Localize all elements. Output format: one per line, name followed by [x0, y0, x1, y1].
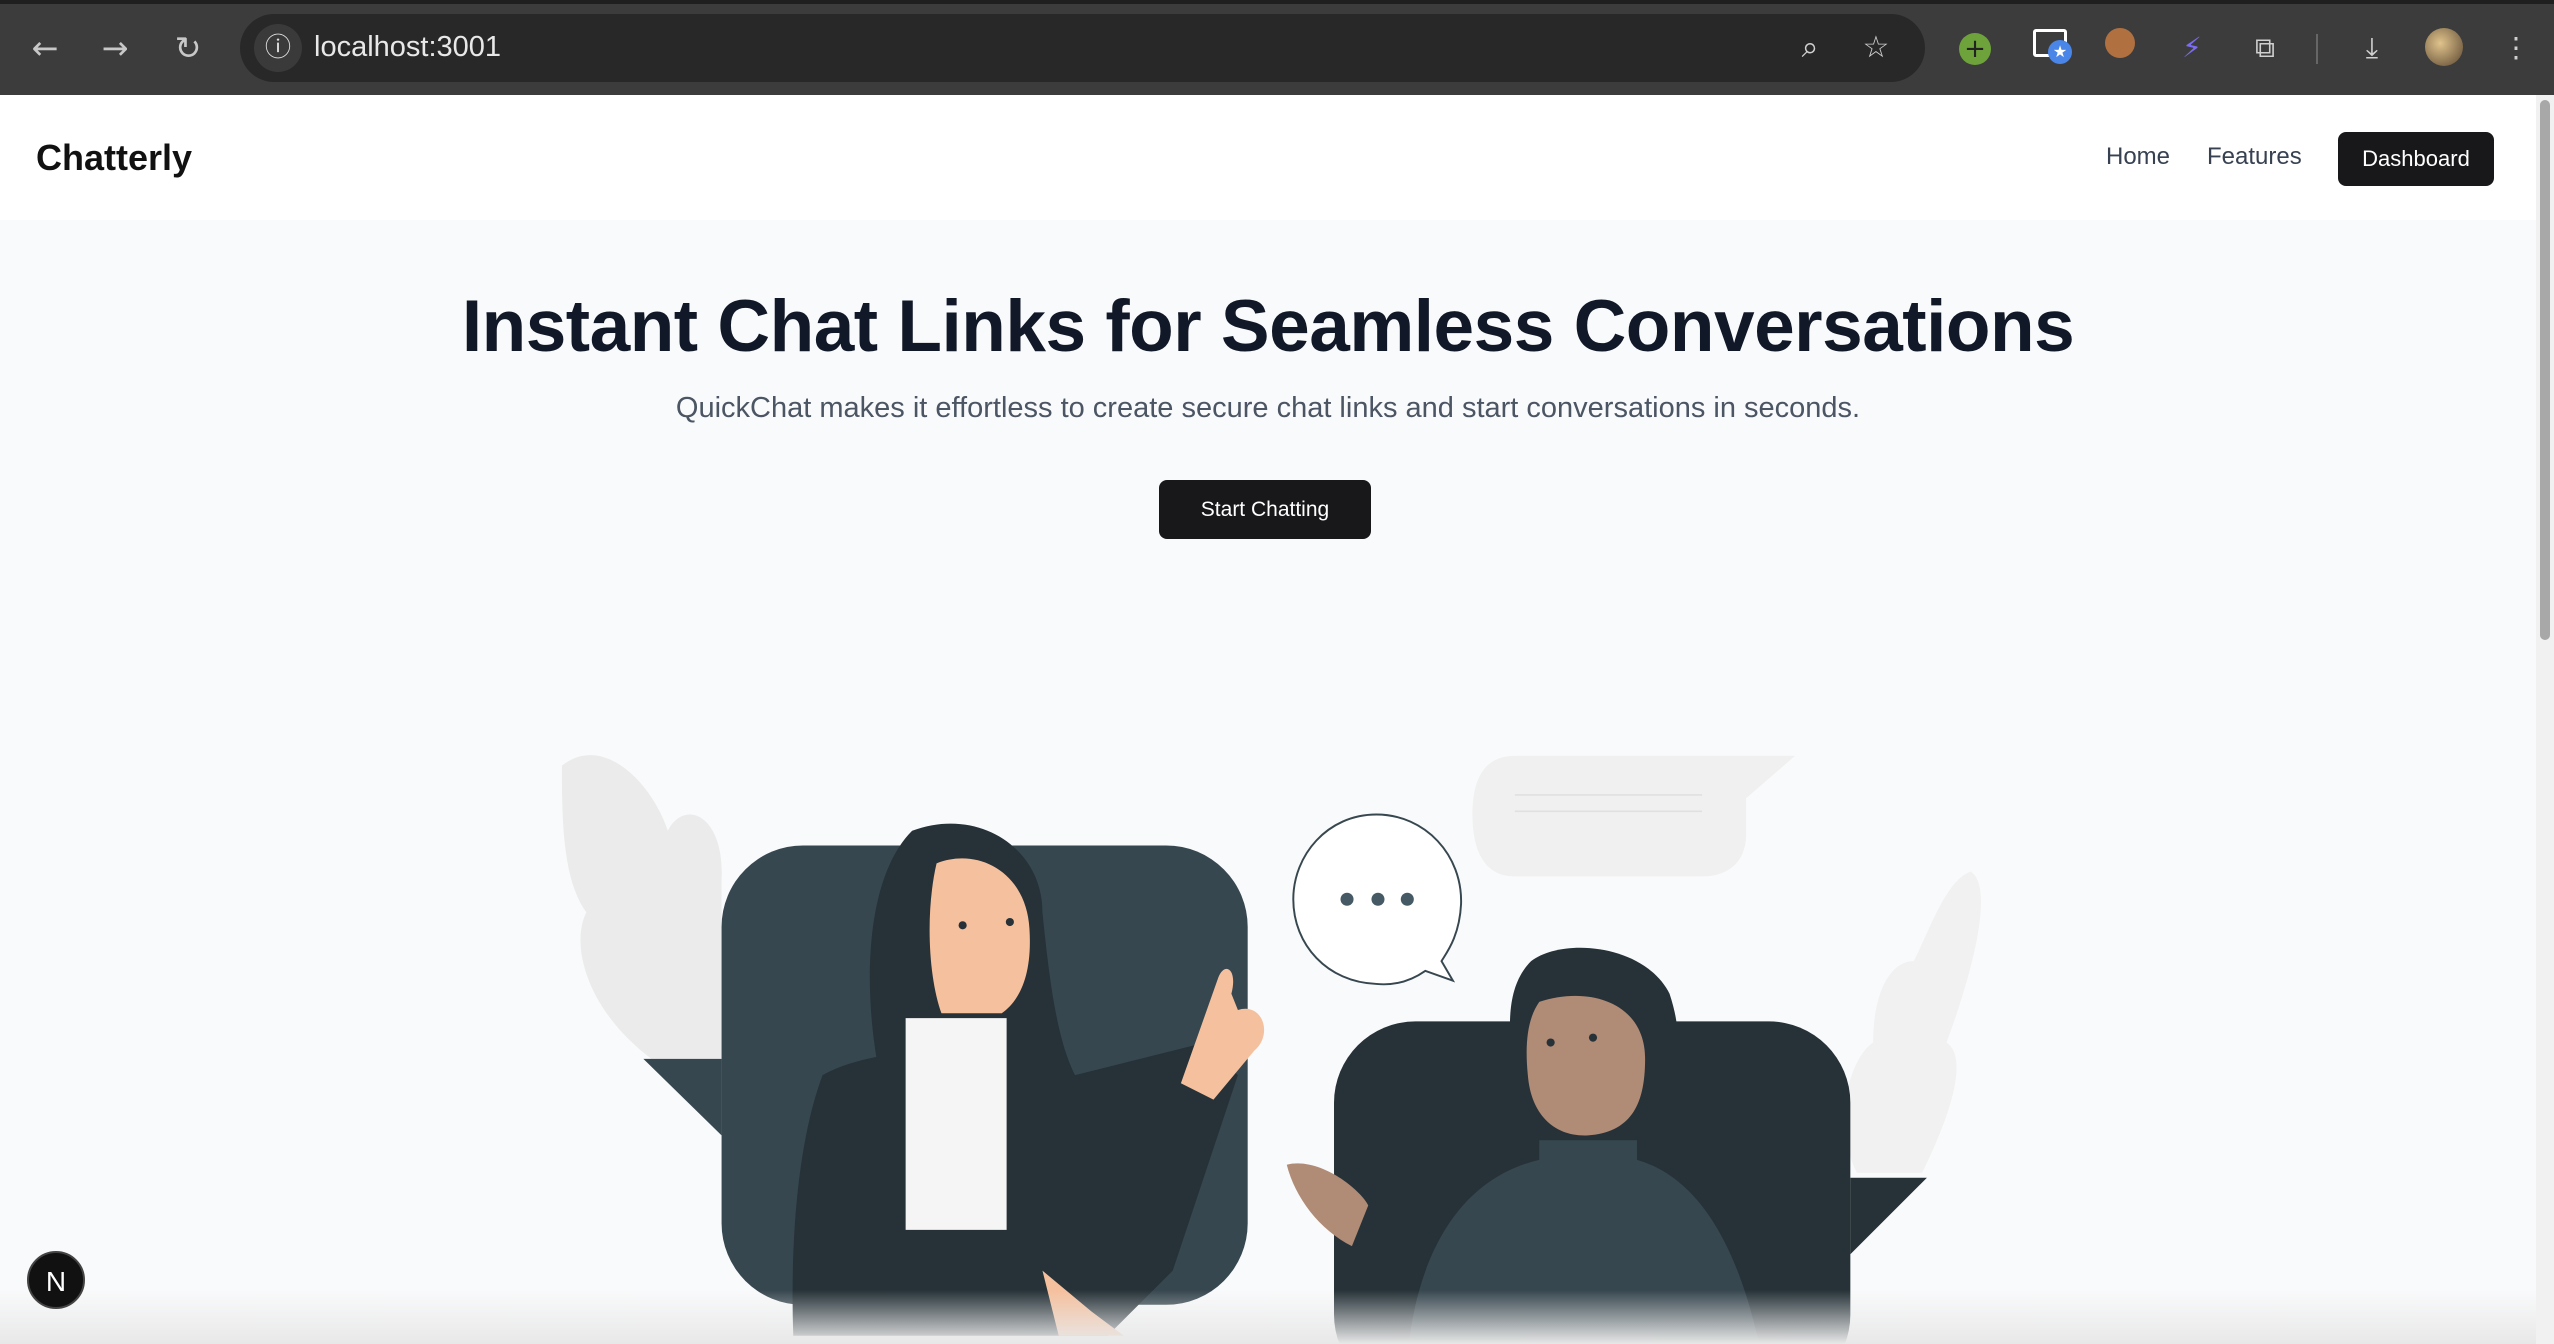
nextjs-dev-badge[interactable]: N	[27, 1251, 85, 1309]
speech-bubble	[1292, 813, 1463, 986]
right-leaf	[1844, 871, 1982, 1173]
bottom-shadow	[0, 1290, 2536, 1344]
typing-dot	[1400, 892, 1414, 906]
typing-dot	[1371, 892, 1385, 906]
gray-chat-bubble	[1472, 755, 1795, 877]
left-leaf	[561, 755, 722, 1059]
typing-dot	[1340, 892, 1354, 906]
scrollbar-thumb[interactable]	[2540, 100, 2550, 640]
hero-illustration	[561, 755, 1982, 1344]
